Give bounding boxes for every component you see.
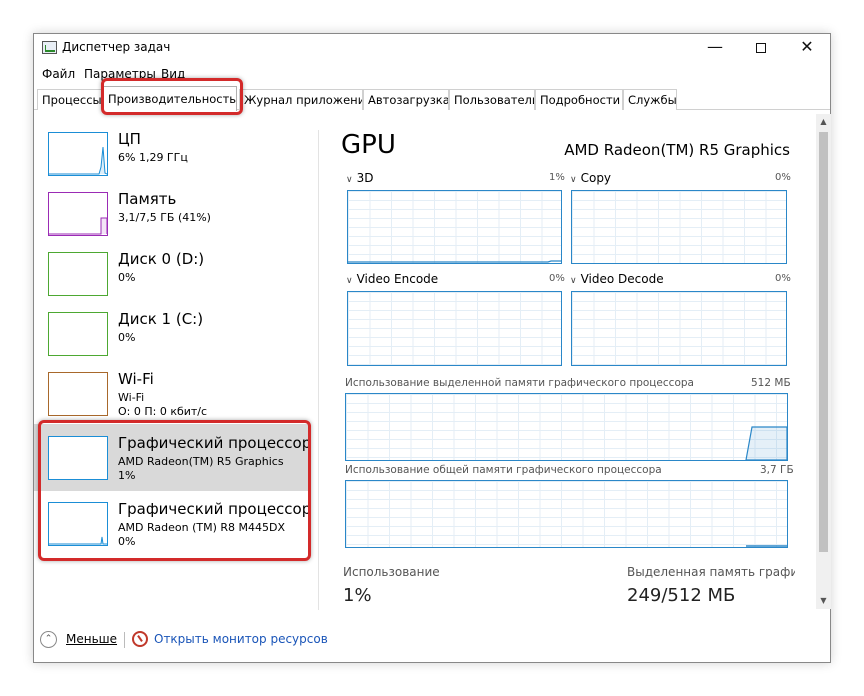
footer-divider [124,632,125,648]
resource-monitor-icon[interactable] [132,631,148,647]
resource-title: ЦП [118,130,141,148]
task-manager-icon [42,41,57,54]
engine-name: Video Decode [580,272,664,286]
tab-users[interactable]: Пользователи [449,89,535,110]
resource-title: Диск 1 (C:) [118,310,204,328]
engine-name: 3D [356,171,374,185]
chevron-down-icon: ∨ [346,175,353,185]
chevron-up-icon[interactable]: ⌃ [40,631,57,648]
engine-graph-video-decode [571,291,787,366]
resource-disk-1[interactable]: Диск 1 (C:) 0% [34,304,309,364]
close-button[interactable]: ✕ [784,34,830,62]
resource-cpu[interactable]: ЦП 6% 1,29 ГГц [34,124,309,184]
menu-options[interactable]: Параметры [84,67,156,81]
scroll-down-icon[interactable]: ▼ [816,593,831,609]
engine-name: Copy [580,171,612,185]
tab-app-history[interactable]: Журнал приложений [239,89,363,110]
engine-graph-copy [571,190,787,264]
title-bar: Диспетчер задач — ✕ [34,34,830,62]
resource-title: Графический процессор 0 ( [118,434,314,452]
wifi-thumbnail [48,372,108,416]
memory-thumbnail [48,192,108,236]
engine-graph-3d [347,190,562,264]
resource-detail-2: 1% [118,469,136,482]
dedicated-memory-stat-value: 249/512 МБ [627,585,736,606]
resource-detail: 3,1/7,5 ГБ (41%) [118,211,211,224]
resource-detail: Wi-Fi [118,391,145,404]
dedicated-memory-graph [345,393,788,461]
resource-list: ЦП 6% 1,29 ГГц Память 3,1/7,5 ГБ (41%) Д… [34,114,319,609]
cpu-thumbnail [48,132,108,176]
gpu-name: AMD Radeon(TM) R5 Graphics [564,141,790,159]
shared-memory-value: 3,7 ГБ [760,464,794,476]
vertical-scrollbar[interactable]: ▲ ▼ [816,114,831,609]
chevron-down-icon: ∨ [570,175,577,185]
maximize-icon [756,42,766,53]
engine-value-3d: 1% [549,172,565,183]
window-title: Диспетчер задач [62,40,171,54]
resource-gpu-0[interactable]: Графический процессор 0 ( AMD Radeon(TM)… [34,424,314,491]
engine-name: Video Encode [356,272,439,286]
gpu-0-thumbnail [48,436,108,480]
dedicated-memory-stat-label: Выделенная память графичес [627,565,795,579]
dedicated-memory-label: Использование выделенной памяти графичес… [345,377,694,389]
fewer-details-button[interactable]: Меньше [66,632,117,646]
resource-title: Wi-Fi [118,370,154,388]
resource-title: Память [118,190,177,208]
menu-file[interactable]: Файл [42,67,75,81]
resource-detail: 6% 1,29 ГГц [118,151,188,164]
menu-view[interactable]: Вид [161,67,185,81]
tab-services[interactable]: Службы [623,89,677,110]
resource-detail: 0% [118,331,136,344]
tab-details[interactable]: Подробности [535,89,623,110]
resource-gpu-1[interactable]: Графический процессор 1 ( AMD Radeon (TM… [34,494,314,558]
tab-performance[interactable]: Производительность [103,86,237,111]
engine-value-copy: 0% [775,172,791,183]
engine-graph-video-encode [347,291,562,366]
engine-value-video-encode: 0% [549,273,565,284]
engine-label-copy[interactable]: ∨ Copy [570,171,611,185]
scroll-up-icon[interactable]: ▲ [816,114,831,130]
shared-memory-graph [345,480,788,548]
chevron-down-icon: ∨ [570,276,577,286]
utilization-label: Использование [343,565,440,579]
resource-memory[interactable]: Память 3,1/7,5 ГБ (41%) [34,184,309,244]
resource-disk-0[interactable]: Диск 0 (D:) 0% [34,244,309,304]
resource-detail-2: О: 0 П: 0 кбит/с [118,405,208,418]
engine-label-video-decode[interactable]: ∨ Video Decode [570,272,664,286]
maximize-button[interactable] [738,34,784,62]
minimize-button[interactable]: — [692,34,738,62]
gpu-1-thumbnail [48,502,108,546]
resource-wifi[interactable]: Wi-Fi Wi-Fi О: 0 П: 0 кбит/с [34,364,309,424]
utilization-value: 1% [343,585,372,606]
tab-startup[interactable]: Автозагрузка [363,89,449,110]
resource-title: Графический процессор 1 ( [118,500,314,518]
footer-bar: ⌃ Меньше Открыть монитор ресурсов [34,624,830,654]
shared-memory-label: Использование общей памяти графического … [345,464,662,476]
disk-0-thumbnail [48,252,108,296]
resource-title: Диск 0 (D:) [118,250,205,268]
pane-divider [318,130,319,610]
engine-value-video-decode: 0% [775,273,791,284]
gpu-title: GPU [341,130,396,160]
engine-label-video-encode[interactable]: ∨ Video Encode [346,272,438,286]
resource-detail: AMD Radeon(TM) R5 Graphics [118,455,284,468]
resource-detail: AMD Radeon (TM) R8 M445DX [118,521,285,534]
task-manager-window: Диспетчер задач — ✕ Файл Параметры Вид П… [33,33,831,663]
disk-1-thumbnail [48,312,108,356]
engine-label-3d[interactable]: ∨ 3D [346,171,373,185]
open-resource-monitor-link[interactable]: Открыть монитор ресурсов [154,632,328,646]
resource-detail-2: 0% [118,535,136,548]
resource-detail: 0% [118,271,136,284]
chevron-down-icon: ∨ [346,276,353,286]
scroll-thumb[interactable] [819,132,828,552]
dedicated-memory-value: 512 МБ [751,377,791,389]
tab-bar: Процессы Производительность Журнал прило… [34,86,830,111]
tab-processes[interactable]: Процессы [37,89,103,110]
